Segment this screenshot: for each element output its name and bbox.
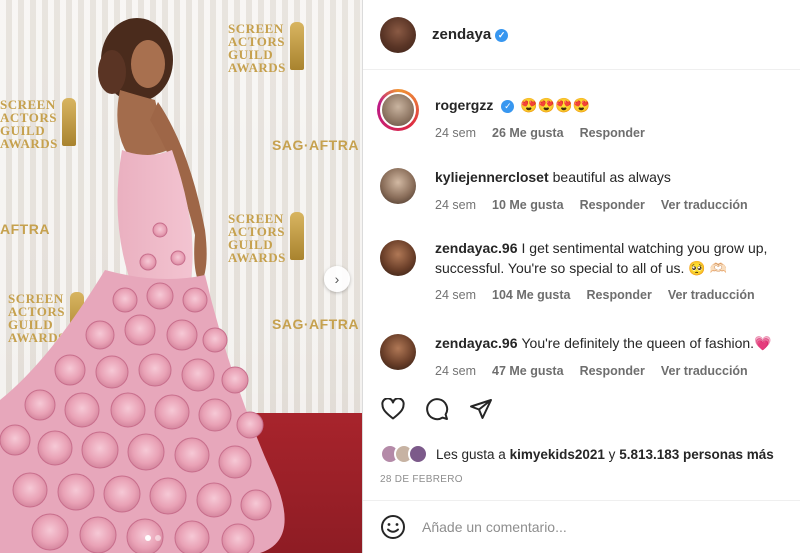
comment-input[interactable] bbox=[422, 519, 722, 535]
reply-button[interactable]: Responder bbox=[580, 126, 645, 140]
translate-button[interactable]: Ver traducción bbox=[668, 288, 755, 302]
commenter-avatar[interactable] bbox=[380, 240, 416, 276]
verified-badge-icon: ✓ bbox=[495, 29, 509, 42]
comments-list: rogergzz ✓ 😍😍😍😍 24 sem 26 Me gusta Respond… bbox=[363, 70, 800, 382]
heart-icon[interactable] bbox=[380, 396, 406, 422]
post-header: zendaya ✓ bbox=[363, 0, 800, 70]
commenter-avatar[interactable] bbox=[380, 334, 416, 370]
comment-likes[interactable]: 10 Me gusta bbox=[492, 198, 564, 212]
comment-username[interactable]: zendayac.96 bbox=[435, 240, 518, 256]
comment-item: rogergzz ✓ 😍😍😍😍 24 sem 26 Me gusta Respond… bbox=[377, 89, 800, 140]
verified-badge-icon: ✓ bbox=[501, 100, 515, 113]
avatar bbox=[408, 444, 428, 464]
liker-username[interactable]: kimyekids2021 bbox=[510, 447, 605, 462]
comment-item: zendayac.96 I get sentimental watching yo… bbox=[380, 238, 800, 302]
comment-text: 😍😍😍😍 bbox=[520, 97, 591, 113]
author-avatar[interactable] bbox=[380, 16, 416, 53]
post-date[interactable]: 28 DE FEBRERO bbox=[380, 474, 463, 485]
next-image-button[interactable]: › bbox=[324, 266, 350, 292]
comment-likes[interactable]: 104 Me gusta bbox=[492, 288, 571, 302]
comment-username[interactable]: kyliejennercloset bbox=[435, 169, 549, 185]
post-side-panel: zendaya ✓ rogergzz ✓ 😍😍😍😍 24 sem 26 Me gust… bbox=[362, 0, 800, 553]
comment-time[interactable]: 24 sem bbox=[435, 288, 476, 302]
comment-likes[interactable]: 47 Me gusta bbox=[492, 364, 564, 378]
comment-text: You're definitely the queen of fashion.💗 bbox=[521, 335, 772, 351]
comment-bubble-icon[interactable] bbox=[424, 396, 450, 422]
comment-item: zendayac.96 You're definitely the queen o… bbox=[380, 332, 800, 378]
post-actions bbox=[380, 396, 494, 422]
paper-plane-icon[interactable] bbox=[468, 396, 494, 422]
author-username[interactable]: zendaya ✓ bbox=[432, 26, 509, 43]
comment-username[interactable]: zendayac.96 bbox=[435, 335, 518, 351]
woman-in-pink-gown bbox=[0, 18, 285, 553]
reply-button[interactable]: Responder bbox=[587, 288, 652, 302]
comment-text: beautiful as always bbox=[552, 169, 671, 185]
reply-button[interactable]: Responder bbox=[580, 198, 645, 212]
likes-prefix: Les gusta a bbox=[436, 446, 506, 462]
likes-joiner: y bbox=[608, 446, 616, 462]
carousel-dot bbox=[155, 535, 161, 541]
smiley-icon[interactable] bbox=[380, 514, 406, 540]
commenter-avatar[interactable] bbox=[380, 168, 416, 204]
comment-likes[interactable]: 26 Me gusta bbox=[492, 126, 564, 140]
comment-time[interactable]: 24 sem bbox=[435, 198, 476, 212]
likes-count[interactable]: 5.813.183 personas más bbox=[619, 447, 774, 462]
carousel-dots bbox=[145, 535, 161, 541]
comment-item: kyliejennercloset beautiful as always 24 … bbox=[380, 166, 800, 212]
commenter-avatar[interactable] bbox=[377, 89, 419, 131]
comment-time[interactable]: 24 sem bbox=[435, 364, 476, 378]
translate-button[interactable]: Ver traducción bbox=[661, 198, 748, 212]
comment-composer bbox=[363, 500, 800, 553]
comment-time[interactable]: 24 sem bbox=[435, 126, 476, 140]
carousel-dot bbox=[145, 535, 151, 541]
translate-button[interactable]: Ver traducción bbox=[661, 364, 748, 378]
post-photo[interactable]: SCREEN ACTORS GUILD AWARDS SCREEN ACTORS… bbox=[0, 0, 362, 553]
likes-summary: Les gusta a kimyekids2021 y 5.813.183 pe… bbox=[380, 444, 774, 464]
liker-avatars[interactable] bbox=[380, 444, 428, 464]
reply-button[interactable]: Responder bbox=[580, 364, 645, 378]
comment-username[interactable]: rogergzz bbox=[435, 97, 493, 113]
